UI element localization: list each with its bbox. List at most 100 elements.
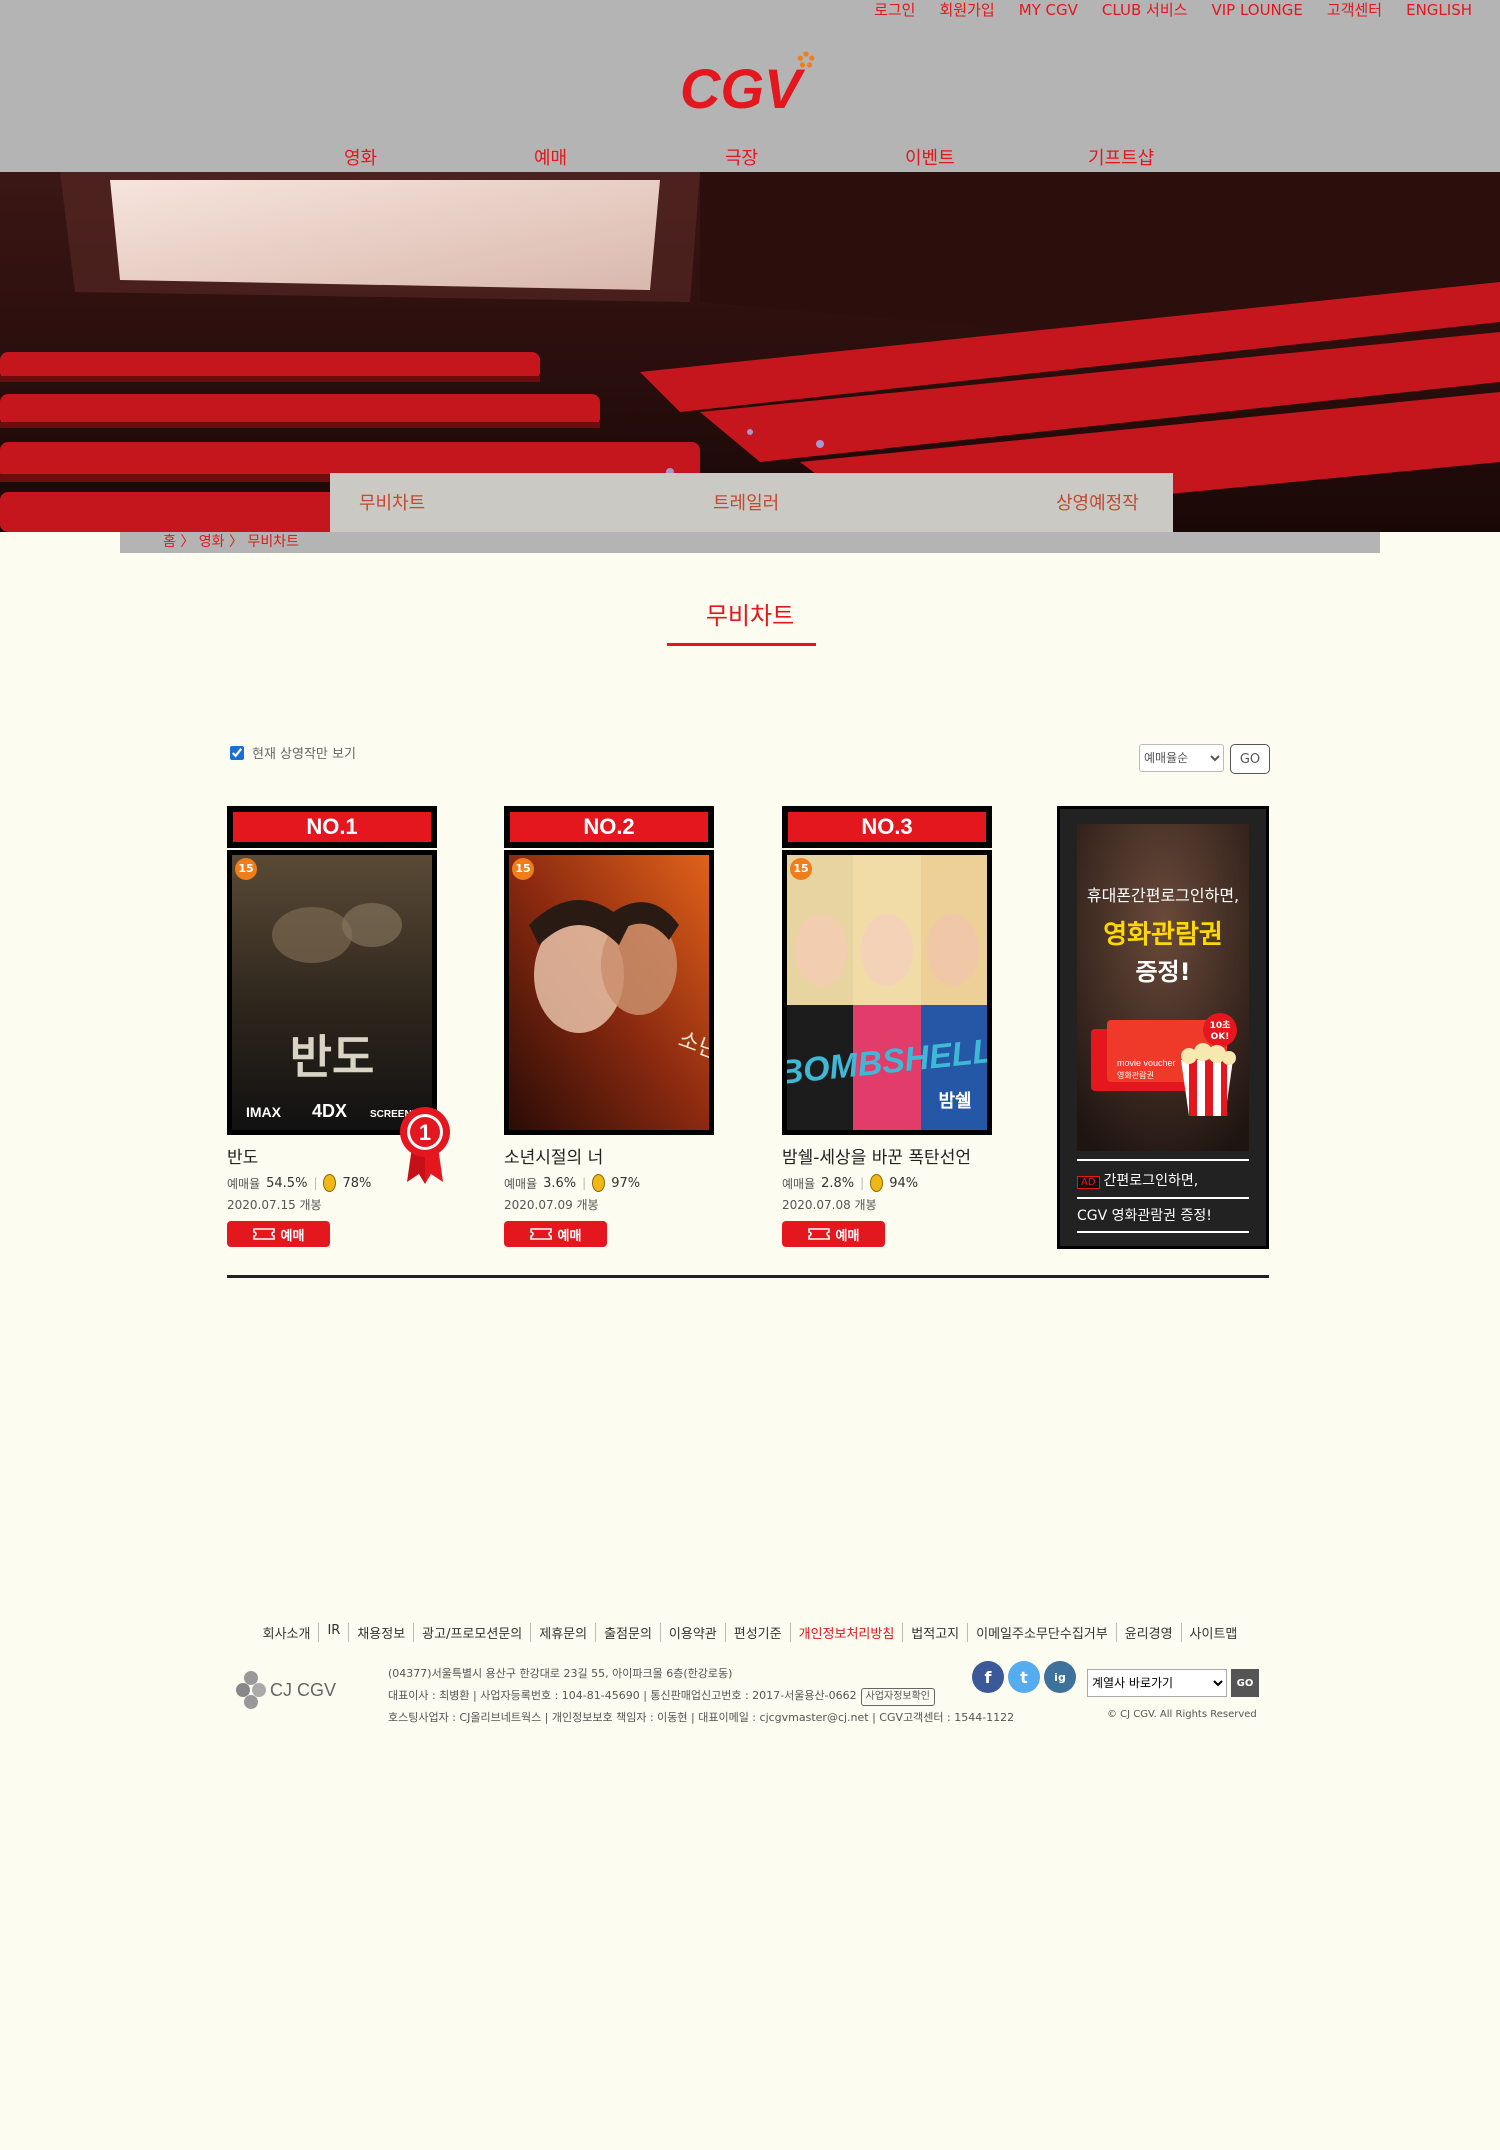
cgv-logo[interactable]: CGV	[680, 50, 820, 116]
sort-select[interactable]: 예매율순	[1139, 744, 1224, 772]
breadcrumb-chart[interactable]: 무비차트	[247, 534, 299, 550]
book-button[interactable]: 예매	[504, 1221, 607, 1247]
title-underline	[667, 643, 816, 646]
now-showing-checkbox[interactable]	[230, 745, 244, 760]
ad-caption-2: CGV 영화관람권 증정!	[1077, 1208, 1212, 1224]
content-divider	[227, 1275, 1269, 1278]
movie-card: NO.3 BOMBSHELL 밤쉘 15 밤쉘-세상을 바꾼 폭탄선언 예매율 …	[777, 806, 995, 1247]
footer-link[interactable]: 법적고지	[902, 1623, 967, 1642]
nav-giftshop[interactable]: 기프트샵	[1088, 144, 1154, 170]
rate-label: 예매율	[504, 1176, 538, 1191]
nav-movie[interactable]: 영화	[344, 144, 377, 170]
movie-title[interactable]: 밤쉘-세상을 바꾼 폭탄선언	[782, 1143, 992, 1168]
breadcrumb-home[interactable]: 홈	[163, 534, 176, 550]
movie-card: NO.2 소년 15 소년시절의 너 예매율 3.6% | 97% 2020.0…	[504, 806, 722, 1247]
biz-check-button[interactable]: 사업자정보확인	[860, 1688, 935, 1706]
movie-title[interactable]: 소년시절의 너	[504, 1143, 714, 1168]
footer-link[interactable]: 출점문의	[595, 1623, 660, 1642]
footer-link[interactable]: 회사소개	[255, 1623, 319, 1642]
twitter-icon[interactable]: t	[1008, 1661, 1040, 1693]
poster-image: BOMBSHELL 밤쉘	[777, 855, 995, 1130]
company-address: (04377)서울특별시 용산구 한강대로 23길 55, 아이파크몰 6층(한…	[388, 1667, 733, 1680]
golden-egg-icon	[592, 1174, 606, 1192]
rank-medal-icon: 1	[400, 1107, 450, 1184]
book-label: 예매	[557, 1228, 582, 1244]
footer-link[interactable]: 편성기준	[724, 1623, 790, 1642]
ad-giveaway: 증정!	[1135, 958, 1191, 986]
egg-score: 97%	[611, 1175, 641, 1191]
tab-upcoming[interactable]: 상영예정작	[1056, 489, 1139, 515]
movie-poster[interactable]: 소년 15	[504, 850, 722, 1135]
footer-link[interactable]: IR	[318, 1623, 348, 1642]
movie-poster[interactable]: BOMBSHELL 밤쉘 15	[777, 850, 995, 1135]
movie-card: NO.1 반도 IMAX 4DX SCREENX 15 1 반도 예매율 54.…	[227, 806, 450, 1247]
ad-divider	[1077, 1231, 1249, 1233]
breadcrumb: 홈 〉 영화 〉 무비차트	[120, 532, 1380, 553]
sort-go-button[interactable]: GO	[1230, 744, 1270, 774]
facebook-icon[interactable]: f	[972, 1661, 1004, 1693]
now-showing-filter[interactable]: 현재 상영작만 보기	[230, 743, 356, 762]
company-info: (04377)서울특별시 용산구 한강대로 23길 55, 아이파크몰 6층(한…	[388, 1663, 1014, 1729]
golden-egg-icon	[323, 1174, 337, 1192]
svg-text:반도: 반도	[290, 1030, 375, 1084]
tab-movie-chart[interactable]: 무비차트	[359, 489, 425, 515]
footer-link[interactable]: 윤리경영	[1115, 1623, 1181, 1642]
footer-link[interactable]: 제휴문의	[530, 1623, 595, 1642]
age-rating-badge: 15	[512, 858, 534, 880]
release-date: 2020.07.08 개봉	[782, 1198, 877, 1212]
util-mycgv-link[interactable]: MY CGV	[1007, 0, 1090, 20]
movie-sub-tabs: 무비차트 트레일러 상영예정작	[330, 473, 1173, 532]
tab-trailer[interactable]: 트레일러	[713, 489, 779, 515]
svg-text:영화관람권: 영화관람권	[1117, 1070, 1154, 1080]
affiliate-go-button[interactable]: GO	[1231, 1669, 1259, 1697]
svg-text:4DX: 4DX	[312, 1101, 347, 1121]
footer-link[interactable]: 사이트맵	[1180, 1623, 1246, 1642]
footer-link[interactable]: 이용약관	[659, 1623, 725, 1642]
book-button[interactable]: 예매	[782, 1221, 885, 1247]
book-button[interactable]: 예매	[227, 1221, 330, 1247]
svg-text:밤쉘: 밤쉘	[938, 1091, 971, 1112]
age-rating-badge: 15	[790, 858, 812, 880]
affiliate-select-group: 계열사 바로가기 GO	[1087, 1669, 1259, 1697]
nav-theater[interactable]: 극장	[725, 144, 758, 170]
breadcrumb-movie[interactable]: 영화	[199, 534, 225, 550]
company-hosting: 호스팅사업자 : CJ올리브네트웍스 | 개인정보보호 책임자 : 이동현 | …	[388, 1711, 1015, 1724]
rank-label: NO.1	[233, 812, 431, 842]
ticket-icon	[807, 1228, 830, 1240]
booking-rate: 2.8%	[821, 1175, 855, 1191]
nav-ticket[interactable]: 예매	[534, 144, 567, 170]
sort-controls: 예매율순 GO	[1139, 744, 1270, 774]
ad-caption: AD 간편로그인하면,	[1077, 1170, 1198, 1190]
footer-link[interactable]: 광고/프로모션문의	[413, 1623, 530, 1642]
rate-label: 예매율	[782, 1176, 816, 1191]
page-title: 무비차트	[705, 602, 795, 630]
sns-links: f t ig	[972, 1661, 1076, 1693]
ad-banner[interactable]: movie voucher 영화관람권 10초 OK! 휴대폰간편로그인하면, …	[1057, 806, 1269, 1249]
util-vip-link[interactable]: VIP LOUNGE	[1199, 0, 1314, 20]
movie-stats: 예매율 3.6% | 97%	[504, 1174, 641, 1192]
booking-rate: 54.5%	[266, 1175, 308, 1191]
release-date: 2020.07.09 개봉	[504, 1198, 599, 1212]
util-join-link[interactable]: 회원가입	[927, 0, 1006, 20]
util-support-link[interactable]: 고객센터	[1315, 0, 1394, 20]
footer-link-privacy[interactable]: 개인정보처리방침	[789, 1623, 903, 1642]
movie-poster[interactable]: 반도 IMAX 4DX SCREENX 15	[227, 850, 437, 1135]
nav-event[interactable]: 이벤트	[905, 144, 955, 170]
age-rating-badge: 15	[235, 858, 257, 880]
footer-link[interactable]: 채용정보	[348, 1623, 413, 1642]
util-login-link[interactable]: 로그인	[862, 0, 927, 20]
instagram-icon[interactable]: ig	[1044, 1661, 1076, 1693]
main-nav: 영화 예매 극장 이벤트 기프트샵	[0, 140, 1500, 172]
util-nav: 로그인 회원가입 MY CGV CLUB 서비스 VIP LOUNGE 고객센터…	[862, 0, 1484, 20]
rate-label: 예매율	[227, 1176, 261, 1191]
ticket-icon	[529, 1228, 552, 1240]
ad-highlight: 영화관람권	[1103, 920, 1223, 950]
poster-image: 반도 IMAX 4DX SCREENX	[232, 855, 432, 1130]
util-club-link[interactable]: CLUB 서비스	[1090, 0, 1200, 20]
affiliate-select[interactable]: 계열사 바로가기	[1087, 1669, 1227, 1697]
svg-text:1: 1	[419, 1120, 431, 1145]
movie-stats: 예매율 2.8% | 94%	[782, 1174, 919, 1192]
ad-divider	[1077, 1197, 1249, 1199]
util-english-link[interactable]: ENGLISH	[1394, 0, 1484, 20]
footer-link[interactable]: 이메일주소무단수집거부	[967, 1623, 1116, 1642]
